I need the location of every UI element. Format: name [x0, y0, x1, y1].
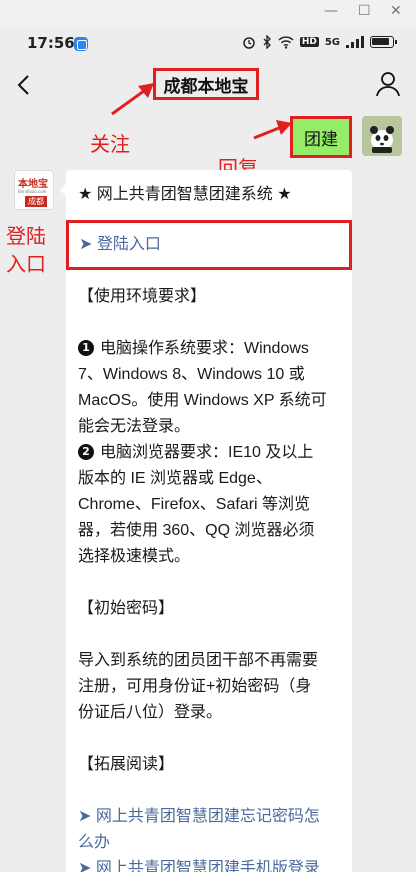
browser-line-2: 版本的 IE 浏览器或 Edge、 — [78, 470, 272, 487]
avatar-site: Bendibao.com — [18, 189, 47, 194]
window-chrome: — ☐ ✕ — [0, 0, 416, 26]
avatar-city: 成都 — [25, 196, 47, 207]
sent-message-bubble[interactable]: 团建 — [290, 116, 352, 158]
pwd-line-1: 导入到系统的团员团干部不再需要 — [78, 652, 319, 669]
bluetooth-icon — [263, 35, 271, 49]
avatar-brand: 本地宝 — [18, 179, 48, 190]
my-avatar[interactable] — [362, 116, 402, 156]
ext-title: 【拓展阅读】 — [78, 756, 175, 773]
hd-icon: HD — [299, 37, 319, 47]
os-line-1: 1 电脑操作系统要求：Windows — [78, 336, 340, 362]
panda-avatar-icon — [362, 116, 402, 156]
pwd-line-3: 份证后八位）登录。 — [78, 704, 223, 721]
os-line-3: MacOS。使用 Windows XP 系统可 — [78, 392, 327, 409]
back-arrow-icon[interactable] — [14, 72, 36, 98]
annotation-login-line1: 登陆 — [6, 226, 46, 248]
login-link-text: ➤ 登陆入口 — [79, 236, 161, 253]
browser-line-4: 器，若使用 360、QQ 浏览器必须 — [78, 522, 315, 539]
chat-title-text: 成都本地宝 — [163, 76, 249, 96]
maximize-icon[interactable]: ☐ — [358, 3, 371, 19]
signal-icon — [346, 36, 364, 48]
annotation-arrow-follow — [111, 83, 154, 116]
os-line-2: 7、Windows 8、Windows 10 或 — [78, 366, 305, 383]
annotation-arrow-reply — [253, 120, 292, 140]
chat-header: 成都本地宝 — [0, 62, 416, 108]
signal-label: 5G — [324, 36, 340, 48]
ext-link-forgot-password[interactable]: ➤ 网上共青团智慧团建忘记密码怎 么办 — [78, 804, 340, 856]
status-time: 17:56 — [27, 34, 75, 52]
browser-line-5: 选择极速模式。 — [78, 548, 191, 565]
alarm-icon — [243, 37, 255, 49]
browser-line-3: Chrome、Firefox、Safari 等浏览 — [78, 496, 311, 513]
status-bar: 17:56 HD 5G — [0, 26, 416, 62]
sent-message-text: 团建 — [304, 129, 338, 149]
status-icons: HD 5G — [242, 35, 397, 49]
reply-message-bubble: ★ 网上共青团智慧团建系统 ★ ➤ 登陆入口 【使用环境要求】 1 电脑操作系统要… — [60, 170, 352, 872]
app-notification-icon — [74, 37, 88, 51]
wifi-icon — [278, 35, 294, 49]
pwd-title: 【初始密码】 — [78, 600, 175, 617]
number-2-icon: 2 — [78, 444, 94, 460]
pwd-line-2: 注册，可用身份证+初始密码（身 — [78, 678, 312, 695]
login-entry-link[interactable]: ➤ 登陆入口 — [66, 220, 352, 270]
browser-line-1: 2 电脑浏览器要求：IE10 及以上 — [78, 440, 340, 466]
official-account-avatar[interactable]: 本地宝 Bendibao.com 成都 — [14, 170, 54, 210]
chat-title[interactable]: 成都本地宝 — [153, 68, 259, 100]
reply-header: ★ 网上共青团智慧团建系统 ★ — [78, 186, 292, 203]
battery-icon — [370, 36, 397, 48]
close-icon[interactable]: ✕ — [390, 3, 402, 19]
annotation-login-line2: 入口 — [6, 254, 46, 276]
profile-icon[interactable] — [374, 70, 402, 98]
minimize-icon[interactable]: — — [324, 3, 338, 19]
annotation-follow: 关注 — [90, 134, 130, 156]
number-1-icon: 1 — [78, 340, 94, 356]
ext-link-mobile-login[interactable]: ➤ 网上共青团智慧团建手机版登录 — [78, 856, 340, 872]
env-title: 【使用环境要求】 — [78, 288, 207, 305]
os-line-4: 能会无法登录。 — [78, 418, 191, 435]
